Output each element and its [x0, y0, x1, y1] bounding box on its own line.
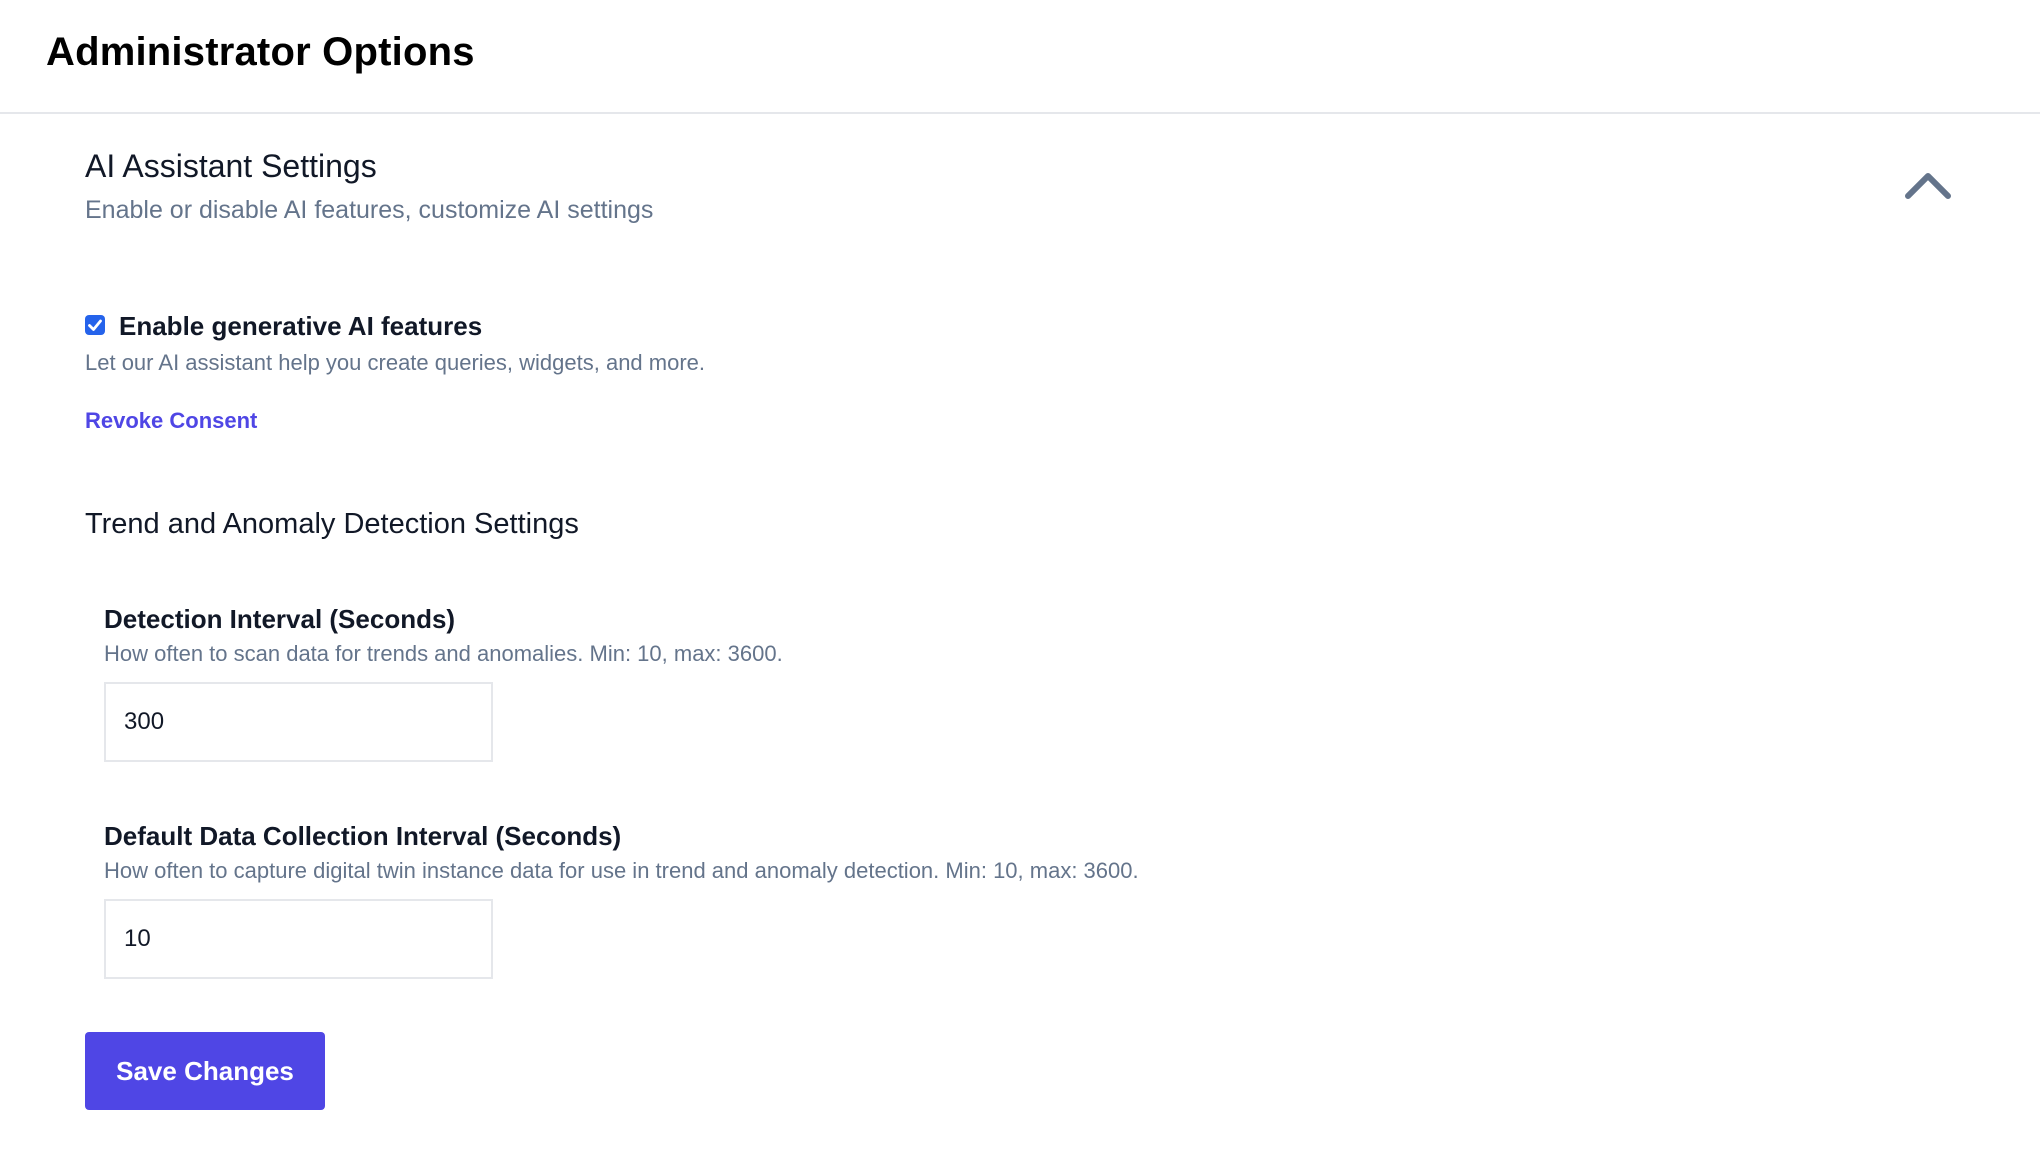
detection-interval-input[interactable] — [104, 682, 493, 762]
page-header: Administrator Options — [0, 0, 2040, 114]
revoke-consent-link[interactable]: Revoke Consent — [85, 408, 257, 434]
checkmark-icon — [88, 319, 102, 331]
collection-interval-help: How often to capture digital twin instan… — [104, 858, 1139, 883]
detection-interval-label: Detection Interval (Seconds) — [104, 604, 456, 634]
save-changes-button[interactable]: Save Changes — [85, 1032, 325, 1110]
detection-interval-help: How often to scan data for trends and an… — [104, 641, 783, 666]
collection-interval-input[interactable] — [104, 899, 493, 979]
section-title: AI Assistant Settings — [85, 148, 377, 184]
collection-interval-label: Default Data Collection Interval (Second… — [104, 821, 622, 851]
generative-ai-label[interactable]: Enable generative AI features — [119, 311, 482, 342]
chevron-up-icon — [1905, 173, 1951, 199]
generative-ai-checkbox[interactable] — [85, 315, 105, 335]
section-subtitle: Enable or disable AI features, customize… — [85, 196, 654, 224]
generative-ai-description: Let our AI assistant help you create que… — [85, 350, 706, 375]
trend-anomaly-title: Trend and Anomaly Detection Settings — [85, 508, 579, 540]
collapse-section-button[interactable] — [1898, 158, 1958, 208]
page-title: Administrator Options — [46, 30, 475, 74]
